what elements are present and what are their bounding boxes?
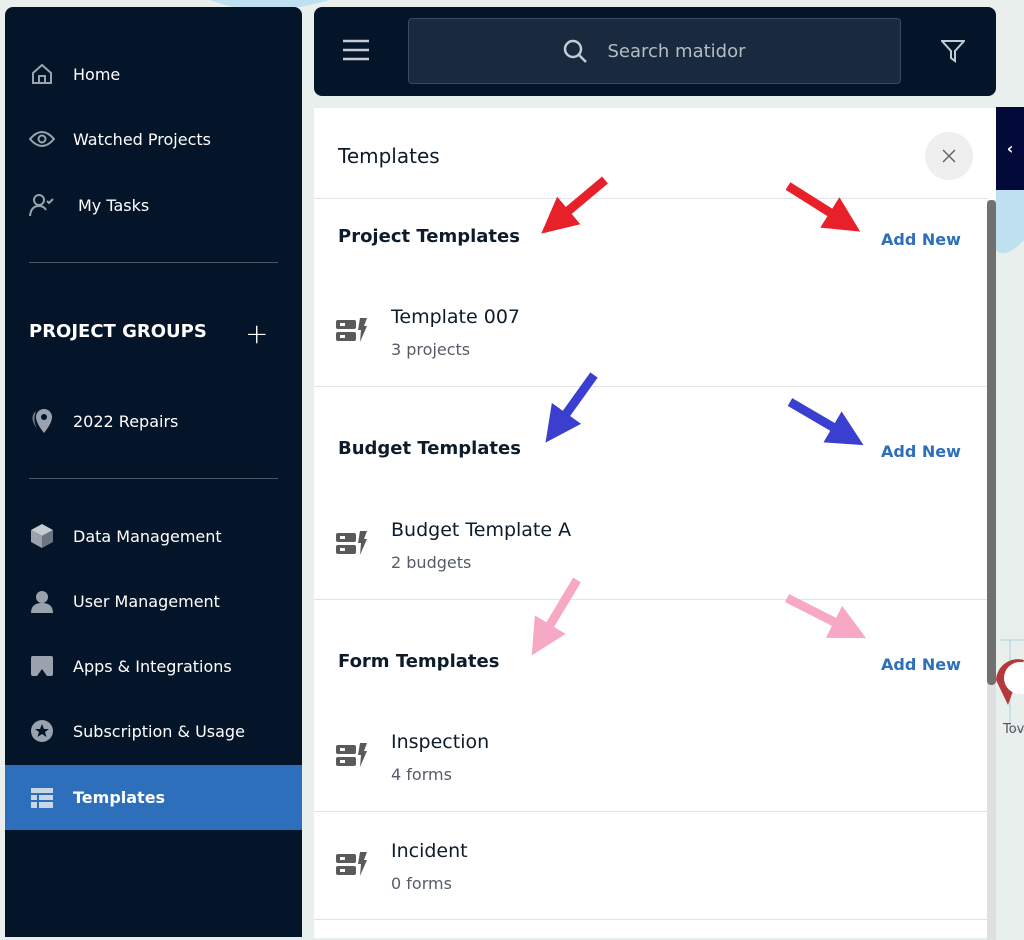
sidebar-item-label: Data Management xyxy=(73,526,222,546)
close-icon xyxy=(942,149,956,163)
search-icon xyxy=(564,39,588,63)
section-title: Form Templates xyxy=(338,651,500,672)
table-icon xyxy=(29,785,55,811)
collapse-panel-button[interactable]: ‹ xyxy=(996,107,1024,190)
sidebar-item-label: Templates xyxy=(73,788,166,807)
item-name: Template 007 xyxy=(391,306,521,328)
close-button[interactable] xyxy=(925,132,973,180)
sidebar-item-home[interactable]: Home xyxy=(5,44,302,104)
item-count: 3 projects xyxy=(391,340,471,359)
cube-icon xyxy=(29,523,55,549)
scrollbar-thumb[interactable] xyxy=(987,200,996,685)
user-icon xyxy=(29,588,55,614)
sidebar-item-apps-integrations[interactable]: Apps & Integrations xyxy=(5,636,302,696)
search-placeholder: Search matidor xyxy=(607,40,746,62)
map-label: Tov xyxy=(1002,722,1024,737)
sidebar-item-label: Watched Projects xyxy=(73,129,211,149)
item-name: Inspection xyxy=(391,731,490,753)
template-icon xyxy=(336,531,368,561)
sidebar-item-label: My Tasks xyxy=(78,195,150,215)
user-check-icon xyxy=(29,192,55,218)
list-item[interactable]: Template 007 3 projects xyxy=(314,288,988,368)
add-form-template-button[interactable]: Add New xyxy=(881,655,961,674)
map-pin-icon xyxy=(29,408,55,434)
item-count: 2 budgets xyxy=(391,553,472,572)
sidebar-item-data-management[interactable]: Data Management xyxy=(5,506,302,566)
item-name: Incident xyxy=(391,840,468,862)
apps-icon xyxy=(29,653,55,679)
list-item[interactable]: Inspection 4 forms xyxy=(314,713,988,793)
star-icon xyxy=(29,718,55,744)
sidebar-item-templates[interactable]: Templates xyxy=(5,765,302,830)
search-input[interactable]: Search matidor xyxy=(408,18,901,84)
filter-icon[interactable] xyxy=(939,39,967,67)
panel-title: Templates xyxy=(338,144,440,168)
item-name: Budget Template A xyxy=(391,519,572,541)
chevron-left-icon: ‹ xyxy=(1006,139,1014,158)
list-item[interactable]: Budget Template A 2 budgets xyxy=(314,501,988,581)
menu-icon[interactable] xyxy=(342,38,370,66)
sidebar-item-watched-projects[interactable]: Watched Projects xyxy=(5,109,302,169)
section-title: Budget Templates xyxy=(338,438,521,459)
sidebar-item-user-management[interactable]: User Management xyxy=(5,571,302,631)
sidebar-item-subscription-usage[interactable]: Subscription & Usage xyxy=(5,701,302,761)
add-project-template-button[interactable]: Add New xyxy=(881,230,961,249)
add-project-group-button[interactable]: + xyxy=(245,317,268,350)
divider xyxy=(29,262,278,263)
sidebar-item-label: Home xyxy=(73,64,121,84)
home-icon xyxy=(29,61,55,87)
sidebar-item-my-tasks[interactable]: My Tasks xyxy=(5,175,302,235)
sidebar: Home Watched Projects My Tasks PROJECT G… xyxy=(5,7,302,937)
sidebar-item-label: User Management xyxy=(73,591,220,611)
sidebar-item-label: Apps & Integrations xyxy=(73,656,232,676)
section-title: Project Templates xyxy=(338,226,520,247)
template-icon xyxy=(336,318,368,348)
sidebar-group-2022-repairs[interactable]: 2022 Repairs xyxy=(5,391,302,451)
add-budget-template-button[interactable]: Add New xyxy=(881,442,961,461)
sidebar-item-label: 2022 Repairs xyxy=(73,411,179,431)
list-item[interactable]: Incident 0 forms xyxy=(314,822,988,902)
project-groups-heading: PROJECT GROUPS xyxy=(29,321,207,342)
divider xyxy=(29,478,278,479)
item-count: 4 forms xyxy=(391,765,452,784)
top-bar: Search matidor xyxy=(314,7,996,96)
template-icon xyxy=(336,743,368,773)
sidebar-item-label: Subscription & Usage xyxy=(73,721,245,741)
item-count: 0 forms xyxy=(391,874,452,893)
templates-panel: Templates Project Templates Add New Temp… xyxy=(314,108,996,940)
template-icon xyxy=(336,852,368,882)
eye-icon xyxy=(29,126,55,152)
